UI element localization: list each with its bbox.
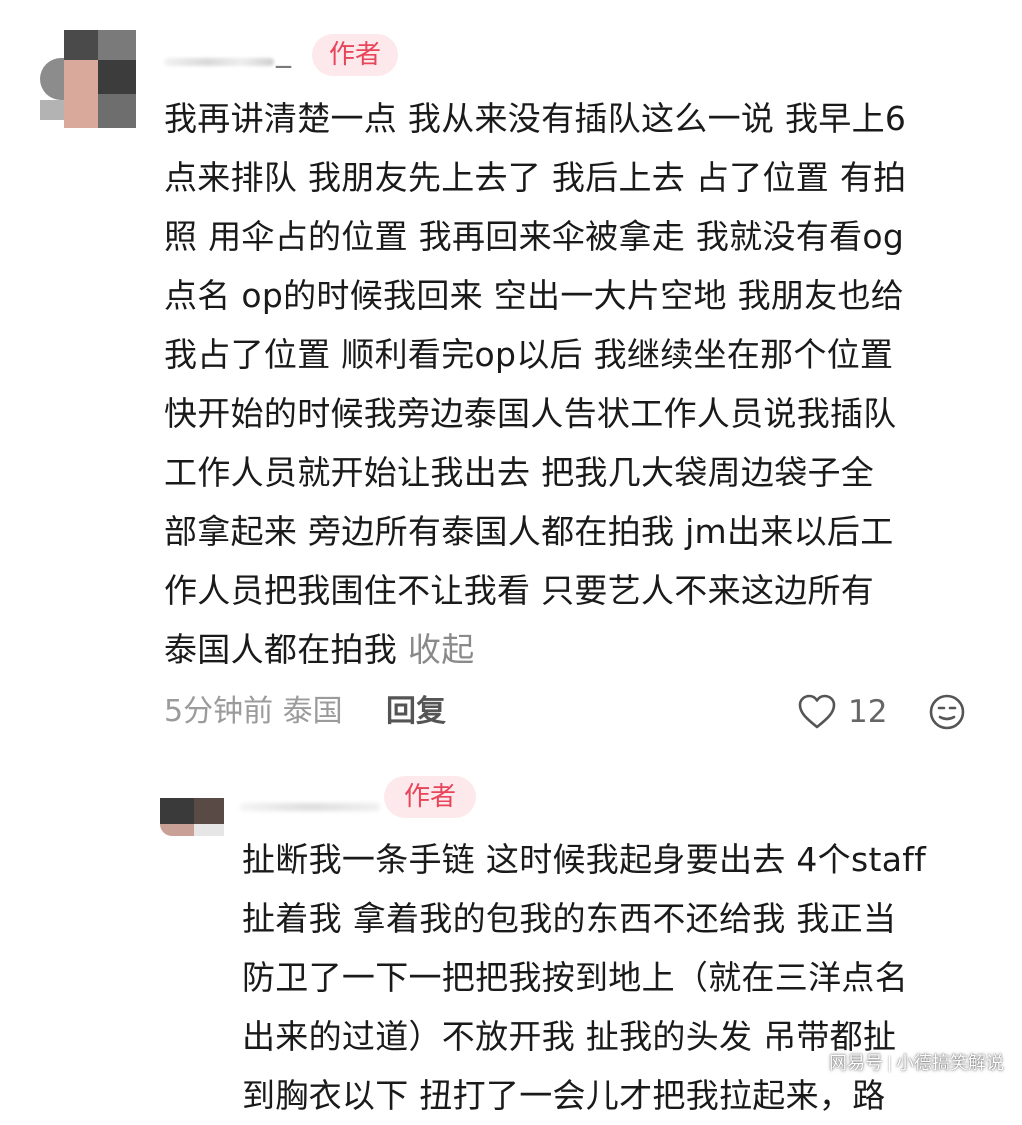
heart-outline-icon	[798, 694, 836, 729]
reply-button[interactable]: 回复	[386, 688, 446, 736]
watermark-source: 网易号	[829, 1053, 883, 1074]
neutral-face-icon[interactable]	[928, 693, 966, 731]
username-tail: _	[276, 34, 291, 69]
comment-text: 我再讲清楚一点 我从来没有插队这么一说 我早上6 点来排队 我朋友先上去了 我后…	[164, 89, 994, 679]
avatar[interactable]	[160, 798, 224, 836]
author-badge: 作者	[384, 776, 476, 818]
username[interactable]	[240, 795, 390, 817]
comment-text: 扯断我一条手链 这时候我起身要出去 4个staff 扯着我 拿着我的包我的东西不…	[242, 840, 927, 1115]
watermark-author: 小德搞笑解说	[896, 1053, 1004, 1074]
author-badge: 作者	[312, 34, 398, 76]
username[interactable]: _	[164, 34, 294, 70]
avatar[interactable]	[40, 30, 136, 128]
collapse-link[interactable]: 收起	[408, 630, 475, 669]
watermark: 网易号 小德搞笑解说	[829, 1051, 1004, 1077]
comment-text-content: 我再讲清楚一点 我从来没有插队这么一说 我早上6 点来排队 我朋友先上去了 我后…	[164, 99, 907, 669]
like-count: 12	[848, 694, 888, 730]
time-location: 5分钟前 泰国	[164, 694, 343, 729]
comment-meta: 5分钟前 泰国 回复 12	[164, 688, 984, 736]
